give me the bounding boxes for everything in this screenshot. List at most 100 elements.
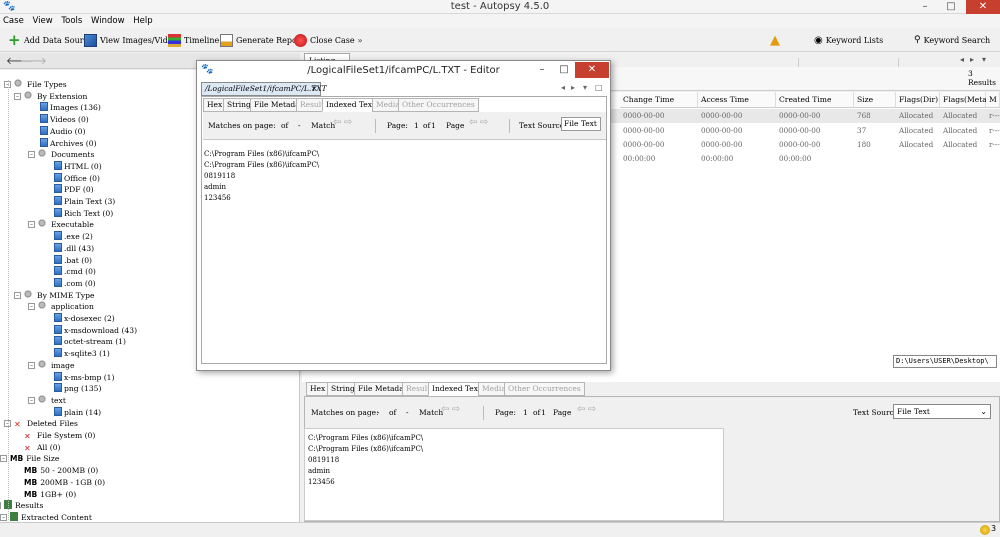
column-header[interactable]: Access Time: [698, 92, 776, 108]
expand-toggle-icon[interactable]: –: [0, 502, 1, 510]
expand-toggle-icon[interactable]: –: [28, 151, 35, 159]
tab-indexed-text[interactable]: Indexed Text: [322, 98, 379, 112]
expand-toggle-icon[interactable]: –: [14, 92, 21, 100]
expand-toggle-icon[interactable]: –: [14, 291, 21, 299]
restore-icon[interactable]: □: [595, 83, 603, 92]
expand-toggle-icon[interactable]: –: [28, 396, 35, 404]
tree-item[interactable]: – image: [28, 359, 75, 371]
minimize-button[interactable]: –: [912, 0, 938, 14]
menu-tools[interactable]: Tools: [58, 14, 85, 28]
close-window-button[interactable]: ✕: [966, 0, 1000, 14]
tree-item[interactable]: MB 50 - 200MB (0): [24, 465, 98, 476]
expand-toggle-icon[interactable]: –: [28, 361, 35, 369]
tree-item[interactable]: Office (0): [54, 172, 100, 184]
warning-notification-button[interactable]: ▲: [770, 32, 780, 48]
tree-item[interactable]: HTML (0): [54, 160, 102, 172]
expand-toggle-icon[interactable]: –: [28, 303, 35, 311]
tree-item[interactable]: .exe (2): [54, 231, 93, 242]
menu-help[interactable]: Help: [130, 14, 155, 28]
menu-case[interactable]: Case: [0, 14, 27, 28]
tree-item[interactable]: Videos (0): [40, 114, 89, 125]
column-header[interactable]: M: [986, 92, 1000, 108]
tree-item[interactable]: x-ms-bmp (1): [54, 371, 114, 383]
next-page-icon[interactable]: ⇨: [480, 117, 488, 129]
tree-item[interactable]: plain (14): [54, 406, 101, 418]
tree-item[interactable]: – MB File Size: [0, 453, 59, 464]
tree-item[interactable]: x-dosexec (2): [54, 313, 115, 324]
add-data-source-button[interactable]: + Add Data Source: [8, 32, 93, 48]
tree-item[interactable]: .bat (0): [54, 254, 92, 266]
tab-left-arrow-icon[interactable]: ◂: [960, 55, 964, 64]
tree-item[interactable]: .dll (43): [54, 242, 94, 254]
tab-menu-icon[interactable]: ▾: [583, 83, 587, 92]
menu-view[interactable]: View: [30, 14, 56, 28]
column-header[interactable]: Size: [854, 92, 896, 108]
tree-item[interactable]: – Executable: [28, 219, 94, 230]
timeline-button[interactable]: Timeline: [168, 32, 219, 48]
tree-item[interactable]: – By Extension: [14, 90, 87, 102]
tree-item[interactable]: Images (136): [40, 102, 101, 113]
tree-item[interactable]: – text: [28, 394, 66, 406]
tree-item[interactable]: x-msdownload (43): [54, 324, 137, 336]
editor-maximize-button[interactable]: □: [553, 62, 575, 78]
expand-toggle-icon[interactable]: –: [0, 513, 7, 521]
tree-item[interactable]: .com (0): [54, 277, 96, 289]
next-match-icon[interactable]: ⇨: [452, 404, 460, 416]
editor-close-button[interactable]: ✕: [575, 62, 609, 78]
menu-window[interactable]: Window: [88, 14, 128, 28]
tree-item[interactable]: Plain Text (3): [54, 196, 115, 207]
column-header[interactable]: Flags(Dir): [896, 92, 940, 108]
tree-item[interactable]: – Results: [0, 500, 43, 511]
tree-item[interactable]: octet-stream (1): [54, 336, 126, 347]
maximize-button[interactable]: □: [938, 0, 964, 14]
previous-page-icon[interactable]: ⇦: [577, 404, 585, 416]
next-page-icon[interactable]: ⇨: [588, 404, 596, 416]
tree-item[interactable]: .cmd (0): [54, 266, 96, 277]
close-case-button[interactable]: Close Case »: [294, 32, 363, 48]
keyword-search-button[interactable]: ⚲ Keyword Search: [914, 32, 990, 48]
tab-menu-icon[interactable]: ▾: [982, 55, 986, 64]
tree-item[interactable]: ✕ All (0): [24, 442, 61, 453]
tree-item[interactable]: x-sqlite3 (1): [54, 348, 110, 359]
view-images-videos-button[interactable]: View Images/Videos: [84, 32, 181, 48]
tree-item[interactable]: – ✕ Deleted Files: [4, 418, 78, 429]
tree-item[interactable]: – Extracted Content: [0, 511, 92, 522]
tree-item[interactable]: – application: [28, 301, 94, 312]
expand-toggle-icon[interactable]: –: [28, 221, 35, 229]
tree-item[interactable]: MB 200MB - 1GB (0): [24, 477, 105, 488]
tree-item[interactable]: – By MIME Type: [14, 289, 95, 301]
tree-item[interactable]: Audio (0): [40, 125, 85, 137]
tree-item[interactable]: MB 1GB+ (0): [24, 489, 76, 500]
tab-other-occurrences[interactable]: Other Occurrences: [504, 382, 585, 396]
tree-item[interactable]: – File Types: [4, 79, 67, 90]
tree-item[interactable]: PDF (0): [54, 184, 94, 195]
tree-item[interactable]: ✕ File System (0): [24, 430, 95, 441]
editor-file-tab[interactable]: /LogicalFileSet1/ifcamPC/L.TXT ✕: [201, 82, 327, 96]
tab-indexed-text[interactable]: Indexed Text: [428, 382, 485, 396]
forward-arrow-icon[interactable]: 🡒: [20, 55, 47, 67]
column-header[interactable]: Flags(Meta): [940, 92, 990, 108]
tree-item[interactable]: png (135): [54, 383, 101, 394]
previous-match-icon[interactable]: ⇦: [441, 404, 449, 416]
tree-item[interactable]: Rich Text (0): [54, 207, 113, 219]
text-source-select[interactable]: File Text ⌄: [893, 404, 991, 419]
next-match-icon[interactable]: ⇨: [344, 117, 352, 129]
tab-left-arrow-icon[interactable]: ◂: [561, 83, 565, 92]
previous-match-icon[interactable]: ⇦: [333, 117, 341, 129]
expand-toggle-icon[interactable]: –: [0, 455, 7, 463]
tab-hex[interactable]: Hex: [306, 382, 330, 396]
tab-right-arrow-icon[interactable]: ▸: [970, 55, 974, 64]
editor-minimize-button[interactable]: –: [531, 62, 553, 78]
tree-item[interactable]: – Documents: [28, 149, 94, 160]
generate-report-button[interactable]: Generate Report: [220, 32, 304, 48]
column-header[interactable]: Change Time: [620, 92, 698, 108]
previous-page-icon[interactable]: ⇦: [469, 117, 477, 129]
close-icon[interactable]: ✕: [311, 83, 317, 95]
tab-other-occurrences[interactable]: Other Occurrences: [398, 98, 479, 112]
editor-text-source-select[interactable]: File Text: [561, 117, 601, 131]
tab-right-arrow-icon[interactable]: ▸: [571, 83, 575, 92]
keyword-lists-button[interactable]: ◉ Keyword Lists: [814, 32, 883, 48]
tree-item[interactable]: Archives (0): [40, 137, 97, 149]
notification-icon[interactable]: [980, 525, 990, 535]
column-header[interactable]: Created Time: [776, 92, 854, 108]
